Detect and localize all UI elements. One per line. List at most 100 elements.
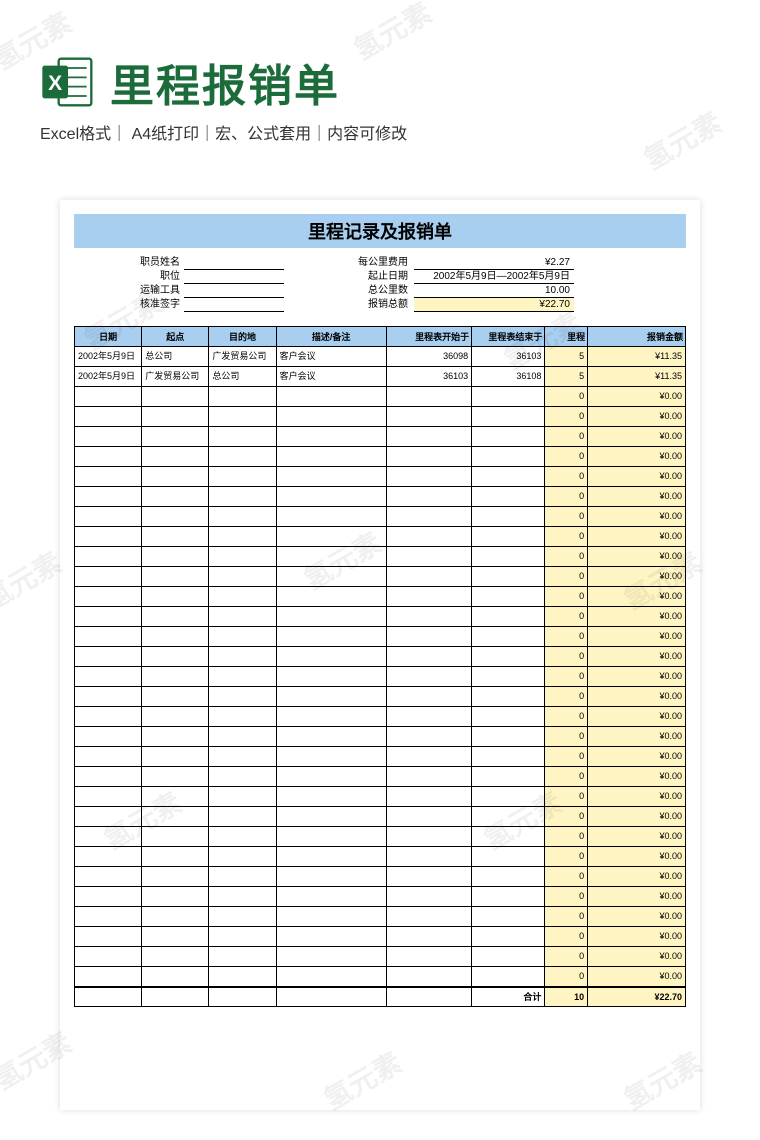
cell[interactable]: 0 xyxy=(545,827,588,847)
table-row[interactable]: 0¥0.00 xyxy=(75,807,686,827)
cell[interactable] xyxy=(276,387,386,407)
cell[interactable] xyxy=(75,787,142,807)
cell[interactable] xyxy=(142,447,209,467)
cell[interactable] xyxy=(142,967,209,987)
cell[interactable] xyxy=(276,447,386,467)
cell[interactable] xyxy=(75,687,142,707)
cell[interactable] xyxy=(386,907,472,927)
cell[interactable] xyxy=(142,427,209,447)
cell[interactable] xyxy=(142,507,209,527)
cell[interactable]: 36098 xyxy=(386,347,472,367)
cell[interactable] xyxy=(386,427,472,447)
cell[interactable]: ¥0.00 xyxy=(588,567,686,587)
cell[interactable] xyxy=(209,507,276,527)
table-row[interactable]: 0¥0.00 xyxy=(75,527,686,547)
cell[interactable] xyxy=(472,667,545,687)
cell[interactable] xyxy=(209,467,276,487)
cell[interactable] xyxy=(142,907,209,927)
cell[interactable] xyxy=(472,887,545,907)
cell[interactable] xyxy=(209,667,276,687)
cell[interactable]: ¥0.00 xyxy=(588,447,686,467)
table-row[interactable]: 0¥0.00 xyxy=(75,647,686,667)
cell[interactable] xyxy=(209,607,276,627)
cell[interactable] xyxy=(472,427,545,447)
cell[interactable]: 0 xyxy=(545,507,588,527)
cell[interactable] xyxy=(386,767,472,787)
cell[interactable] xyxy=(472,447,545,467)
cell[interactable] xyxy=(472,407,545,427)
cell[interactable]: ¥0.00 xyxy=(588,587,686,607)
table-row[interactable]: 0¥0.00 xyxy=(75,827,686,847)
cell[interactable]: ¥0.00 xyxy=(588,607,686,627)
cell[interactable]: ¥0.00 xyxy=(588,647,686,667)
cell[interactable] xyxy=(276,667,386,687)
cell[interactable] xyxy=(386,967,472,987)
cell[interactable] xyxy=(472,567,545,587)
cell[interactable] xyxy=(276,887,386,907)
cell[interactable] xyxy=(75,507,142,527)
table-row[interactable]: 0¥0.00 xyxy=(75,707,686,727)
cell[interactable] xyxy=(75,647,142,667)
cell[interactable] xyxy=(142,387,209,407)
cell[interactable] xyxy=(472,767,545,787)
cell[interactable] xyxy=(472,687,545,707)
cell[interactable] xyxy=(276,787,386,807)
cell[interactable] xyxy=(276,627,386,647)
cell[interactable] xyxy=(209,927,276,947)
cell[interactable]: ¥0.00 xyxy=(588,527,686,547)
cell[interactable] xyxy=(276,607,386,627)
cell[interactable] xyxy=(209,807,276,827)
cell[interactable] xyxy=(386,867,472,887)
cell[interactable] xyxy=(386,487,472,507)
cell[interactable] xyxy=(209,427,276,447)
table-row[interactable]: 0¥0.00 xyxy=(75,967,686,987)
cell[interactable]: 0 xyxy=(545,867,588,887)
cell[interactable] xyxy=(209,647,276,667)
cell[interactable]: 广发贸易公司 xyxy=(209,347,276,367)
cell[interactable] xyxy=(276,907,386,927)
cell[interactable] xyxy=(75,907,142,927)
info-field[interactable] xyxy=(184,256,284,270)
cell[interactable] xyxy=(276,867,386,887)
cell[interactable] xyxy=(142,807,209,827)
cell[interactable] xyxy=(142,647,209,667)
cell[interactable] xyxy=(386,627,472,647)
cell[interactable]: 总公司 xyxy=(142,347,209,367)
cell[interactable]: ¥0.00 xyxy=(588,907,686,927)
table-row[interactable]: 0¥0.00 xyxy=(75,387,686,407)
table-row[interactable]: 0¥0.00 xyxy=(75,847,686,867)
cell[interactable] xyxy=(75,607,142,627)
cell[interactable] xyxy=(75,807,142,827)
cell[interactable] xyxy=(276,727,386,747)
cell[interactable] xyxy=(386,387,472,407)
cell[interactable]: 客户会议 xyxy=(276,347,386,367)
cell[interactable]: 0 xyxy=(545,487,588,507)
cell[interactable] xyxy=(386,507,472,527)
cell[interactable] xyxy=(75,547,142,567)
cell[interactable] xyxy=(142,587,209,607)
cell[interactable] xyxy=(75,887,142,907)
cell[interactable] xyxy=(472,787,545,807)
cell[interactable]: 0 xyxy=(545,647,588,667)
cell[interactable] xyxy=(209,947,276,967)
table-row[interactable]: 0¥0.00 xyxy=(75,507,686,527)
cell[interactable] xyxy=(472,707,545,727)
table-row[interactable]: 0¥0.00 xyxy=(75,687,686,707)
table-row[interactable]: 0¥0.00 xyxy=(75,727,686,747)
cell[interactable]: ¥0.00 xyxy=(588,387,686,407)
cell[interactable] xyxy=(209,627,276,647)
cell[interactable] xyxy=(472,507,545,527)
cell[interactable] xyxy=(386,807,472,827)
cell[interactable] xyxy=(386,567,472,587)
table-row[interactable]: 0¥0.00 xyxy=(75,467,686,487)
table-row[interactable]: 0¥0.00 xyxy=(75,427,686,447)
cell[interactable]: ¥0.00 xyxy=(588,867,686,887)
table-row[interactable]: 0¥0.00 xyxy=(75,667,686,687)
cell[interactable]: ¥0.00 xyxy=(588,767,686,787)
cell[interactable] xyxy=(276,527,386,547)
cell[interactable] xyxy=(142,727,209,747)
table-row[interactable]: 0¥0.00 xyxy=(75,447,686,467)
cell[interactable]: 0 xyxy=(545,607,588,627)
cell[interactable] xyxy=(75,707,142,727)
cell[interactable] xyxy=(142,847,209,867)
